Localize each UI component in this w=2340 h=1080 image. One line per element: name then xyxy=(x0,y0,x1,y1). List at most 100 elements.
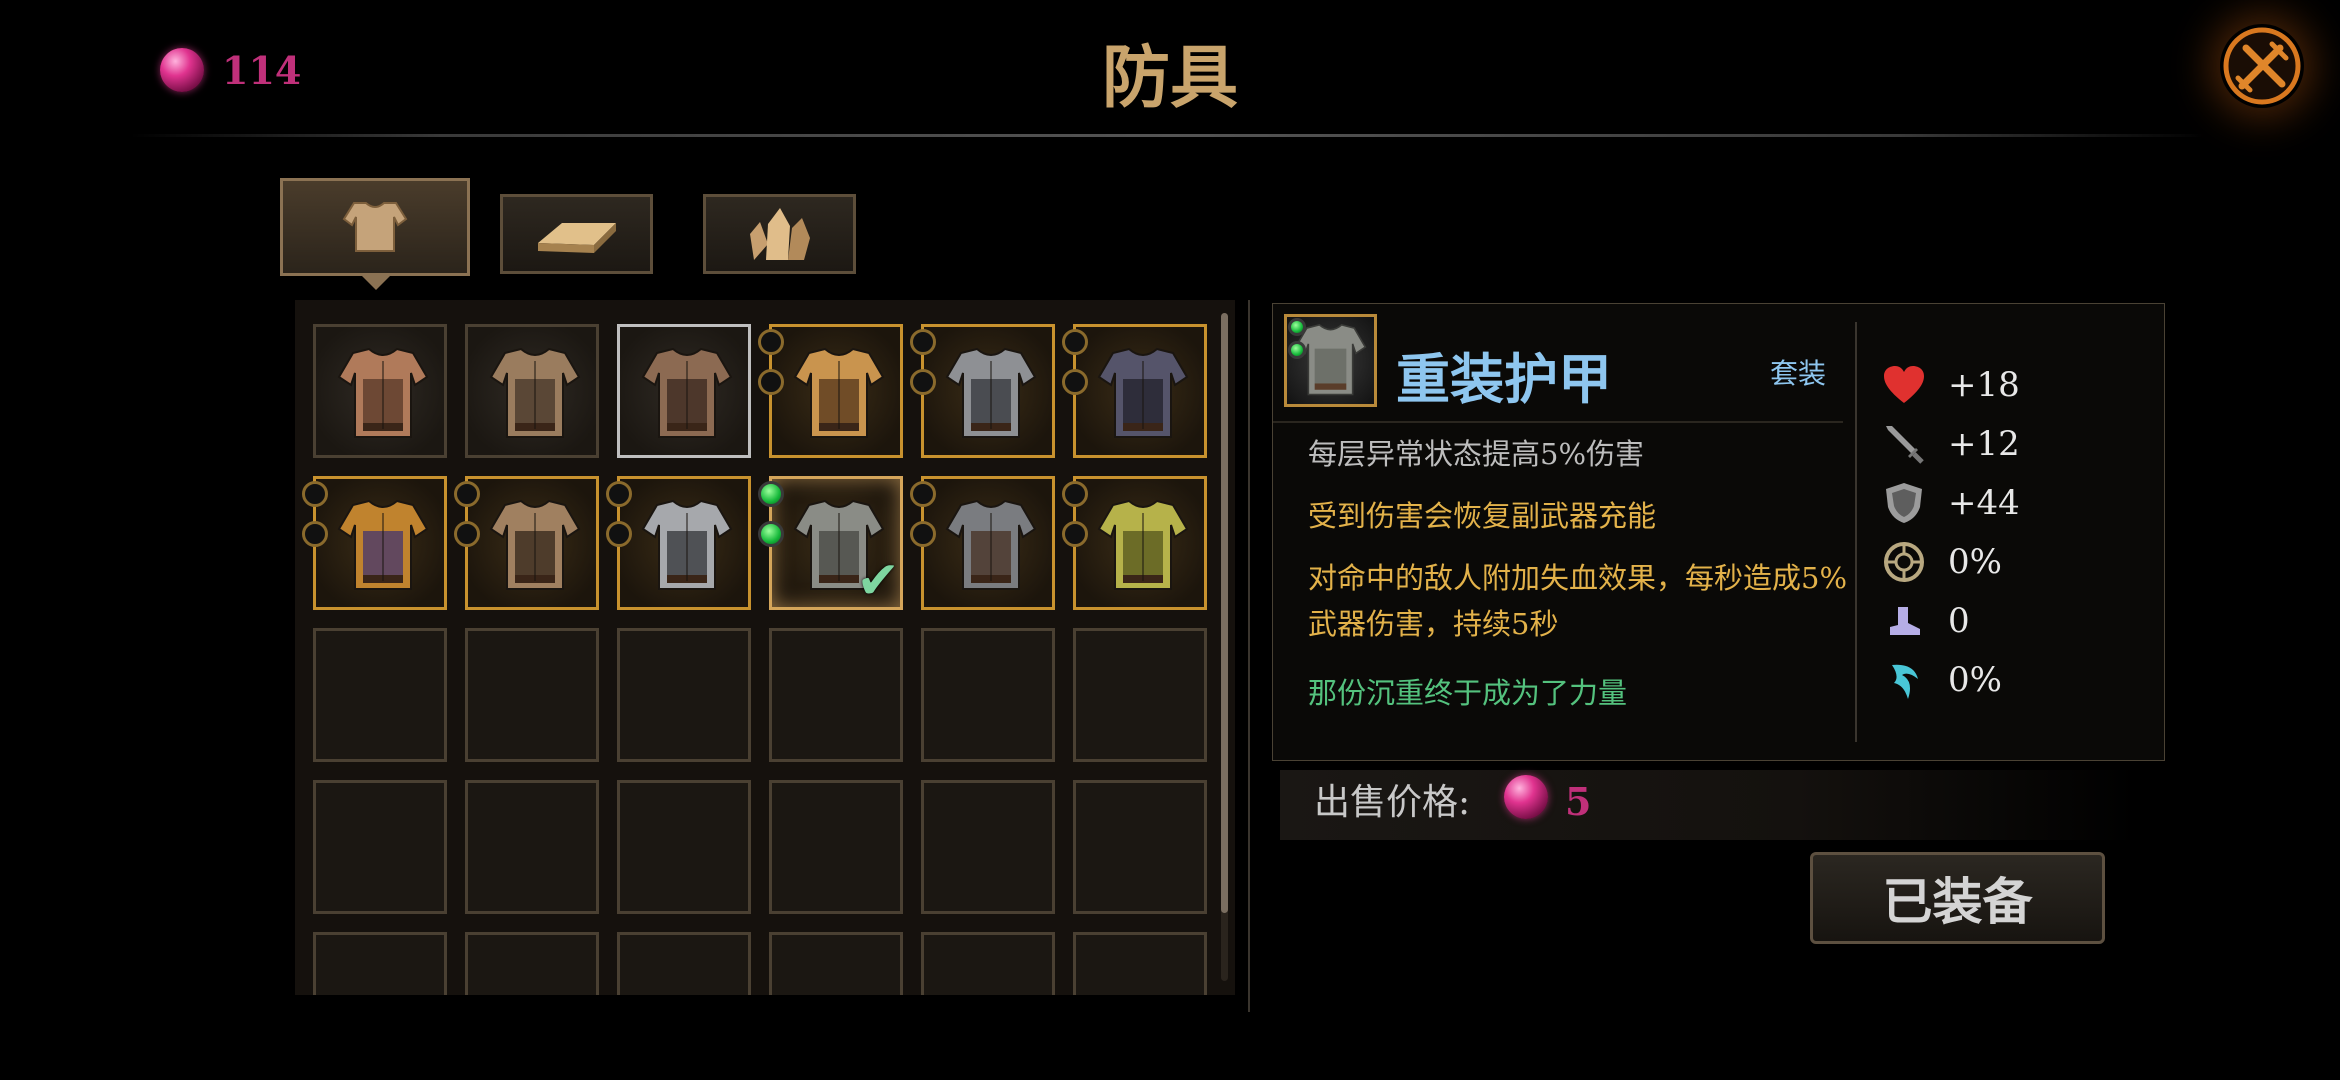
socket-gem xyxy=(758,481,784,507)
empty-socket xyxy=(758,369,784,395)
stat-value: +12 xyxy=(1948,424,2020,464)
inventory-slot[interactable] xyxy=(910,476,1055,610)
bronze-armor-icon xyxy=(793,347,885,438)
inventory-slot[interactable] xyxy=(617,932,751,995)
inventory-slot[interactable] xyxy=(465,324,599,458)
sell-price-label: 出售价格: xyxy=(1314,782,1471,823)
item-effect: 受到伤害会恢复副武器充能 xyxy=(1308,499,1657,533)
set-label[interactable]: 套装 xyxy=(1770,352,1826,392)
inventory-slot[interactable] xyxy=(1073,932,1207,995)
selected-item-icon xyxy=(1284,314,1377,407)
stat-attack: +12 xyxy=(1882,419,2020,469)
stat-value: +18 xyxy=(1948,365,2020,405)
inventory-slot[interactable] xyxy=(758,324,903,458)
stat-defense: +44 xyxy=(1882,478,2020,528)
inventory-slot[interactable]: ✔ xyxy=(758,476,903,611)
equipped-check-icon: ✔ xyxy=(856,551,900,611)
inventory-slot[interactable] xyxy=(465,628,599,762)
inventory-slot[interactable] xyxy=(1062,476,1207,610)
inventory-slot[interactable] xyxy=(465,932,599,995)
empty-socket xyxy=(302,521,328,547)
inventory-slot[interactable] xyxy=(617,780,751,914)
inventory-slot[interactable] xyxy=(1062,324,1207,458)
inventory-slot[interactable] xyxy=(921,780,1055,914)
page-title: 防具 xyxy=(1101,38,1238,118)
empty-socket xyxy=(606,521,632,547)
inventory-slot[interactable] xyxy=(606,476,751,610)
stat-value: +44 xyxy=(1948,483,2020,523)
inventory-slot[interactable] xyxy=(921,932,1055,995)
shield-icon xyxy=(1882,481,1926,525)
boot-icon xyxy=(1882,599,1926,643)
thorn-armor-icon xyxy=(1097,499,1189,590)
tab-crystal[interactable] xyxy=(703,194,856,274)
inventory-slot[interactable] xyxy=(769,780,903,914)
stat-health: +18 xyxy=(1882,360,2020,410)
knight-armor-icon xyxy=(641,499,733,590)
sword-icon xyxy=(1882,422,1926,466)
stat-lifesteal: 0% xyxy=(1882,655,2002,705)
inventory-slot[interactable] xyxy=(313,780,447,914)
empty-socket xyxy=(454,481,480,507)
scrollbar-thumb[interactable] xyxy=(1221,313,1228,913)
empty-socket xyxy=(910,369,936,395)
inventory-slot[interactable] xyxy=(454,476,599,610)
empty-socket xyxy=(910,521,936,547)
ingot-icon xyxy=(537,223,616,253)
plated-leather-armor-icon xyxy=(489,347,581,438)
empty-socket xyxy=(758,329,784,355)
inventory-slot[interactable] xyxy=(769,628,903,762)
sell-price-value: 5 xyxy=(1565,778,1592,824)
crit-icon xyxy=(1882,540,1926,584)
stat-value: 0% xyxy=(1948,660,2002,700)
panel-divider xyxy=(1248,300,1250,1012)
empty-socket xyxy=(454,521,480,547)
empty-socket xyxy=(1062,369,1088,395)
inventory-slot[interactable] xyxy=(1073,628,1207,762)
leather-coat-armor-icon xyxy=(641,347,733,438)
steel-armor-icon xyxy=(945,347,1037,438)
inventory-slot[interactable] xyxy=(313,932,447,995)
empty-socket xyxy=(302,481,328,507)
dark-armor-icon xyxy=(1097,347,1189,438)
item-effect: 对命中的敌人附加失血效果，每秒造成5%武器伤害，持续5秒 xyxy=(1308,561,1848,641)
inventory-slot[interactable] xyxy=(910,324,1055,458)
tab-ingot[interactable] xyxy=(500,194,653,274)
empty-socket xyxy=(1062,521,1088,547)
leather-armor-icon xyxy=(337,347,429,438)
empty-socket xyxy=(1062,329,1088,355)
inventory-slot[interactable] xyxy=(313,628,447,762)
inventory-slot[interactable] xyxy=(921,628,1055,762)
inventory-slot[interactable] xyxy=(769,932,903,995)
hunter-armor-icon xyxy=(489,499,581,590)
armor-icon xyxy=(342,202,408,252)
inventory-slot[interactable] xyxy=(313,324,447,458)
heart-icon xyxy=(1882,363,1926,407)
inventory-grid: ✔ xyxy=(295,300,1235,995)
claw-icon xyxy=(1882,658,1926,702)
inventory-slot[interactable] xyxy=(1073,780,1207,914)
empty-socket xyxy=(606,481,632,507)
crossed-tools-icon xyxy=(2223,27,2301,105)
crystal-icon xyxy=(749,208,810,260)
inventory-slot[interactable] xyxy=(465,780,599,914)
stat-speed: 0 xyxy=(1882,596,1970,646)
item-flavor-text: 那份沉重终于成为了力量 xyxy=(1308,676,1628,710)
detail-separator xyxy=(1273,421,1843,423)
stat-divider xyxy=(1855,322,1857,742)
inventory-slot[interactable] xyxy=(617,628,751,762)
socket-gem xyxy=(758,521,784,547)
empty-socket xyxy=(1062,481,1088,507)
item-description: 每层异常状态提高5%伤害 xyxy=(1308,437,1645,471)
close-button[interactable] xyxy=(2220,24,2304,108)
stat-crit: 0% xyxy=(1882,537,2002,587)
empty-socket xyxy=(910,481,936,507)
inventory-slot[interactable] xyxy=(617,324,751,458)
socket-gem xyxy=(1288,341,1306,359)
stat-value: 0% xyxy=(1948,542,2002,582)
gem-icon xyxy=(1504,775,1548,819)
inventory-slot[interactable] xyxy=(302,476,447,610)
tab-armor[interactable] xyxy=(280,178,470,276)
equipped-button[interactable]: 已装备 xyxy=(1810,852,2105,944)
item-name: 重装护甲 xyxy=(1396,347,1612,411)
